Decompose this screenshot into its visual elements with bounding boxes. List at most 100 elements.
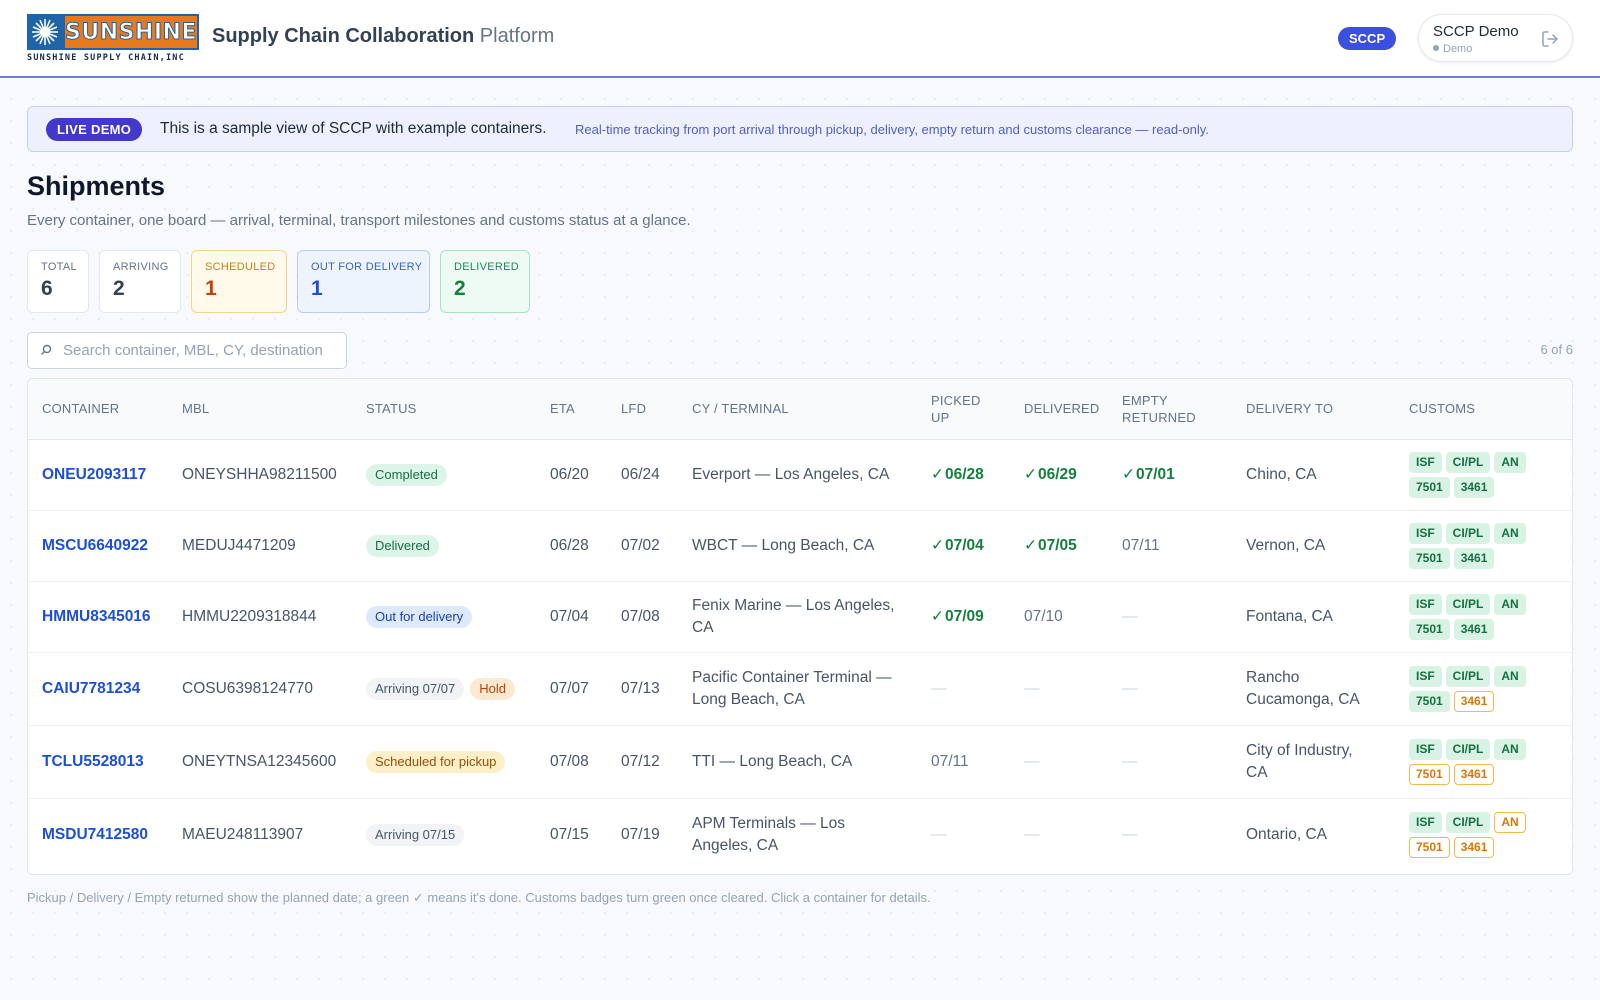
status-cell: Completed (352, 439, 536, 511)
picked-up-date: 07/09 (945, 607, 984, 625)
logout-icon[interactable] (1540, 29, 1560, 49)
picked-up-cell: — (931, 825, 947, 843)
live-demo-badge: LIVE DEMO (46, 118, 143, 141)
col-header-terminal[interactable]: CY / TERMINAL (678, 379, 917, 440)
customs-badge-isf: ISF (1409, 593, 1442, 615)
table-footnote: Pickup / Delivery / Empty returned show … (27, 890, 931, 905)
status-badge: Out for delivery (366, 605, 473, 628)
col-header-picked-up[interactable]: PICKED UP (917, 379, 1010, 440)
table-row[interactable]: MSDU7412580 MAEU248113907 Arriving 07/15… (28, 798, 1572, 871)
logo-text: SUNSHINE (64, 19, 197, 45)
customs-badge-3461: 3461 (1453, 836, 1495, 858)
customs-badge-7501: 7501 (1409, 618, 1450, 640)
mbl-cell: MEDUJ4471209 (168, 510, 352, 582)
customs-badge-7501: 7501 (1409, 836, 1450, 858)
user-menu[interactable]: SCCP Demo Demo (1418, 14, 1573, 62)
customs-badge-cipl: CI/PL (1445, 451, 1491, 473)
empty-returned-date: 07/01 (1136, 465, 1175, 483)
search-icon (39, 343, 53, 357)
stat-arriving[interactable]: ARRIVING 2 (99, 250, 181, 313)
search-box (27, 332, 347, 369)
lfd-cell: 06/24 (607, 439, 678, 511)
table-row[interactable]: MSCU6640922 MEDUJ4471209 Delivered 06/28… (28, 510, 1572, 582)
check-icon: ✓ (1024, 465, 1037, 483)
stat-scheduled[interactable]: SCHEDULED 1 (191, 250, 287, 313)
col-header-lfd[interactable]: LFD (607, 379, 678, 440)
status-cell: Delivered (352, 510, 536, 582)
customs-badge-an: AN (1494, 665, 1526, 687)
stat-delivered[interactable]: DELIVERED 2 (440, 250, 530, 313)
delivered-cell: ✓07/05 (1010, 510, 1108, 582)
picked-up-cell: 07/11 (917, 725, 1010, 799)
stat-total[interactable]: TOTAL 6 (27, 250, 89, 313)
customs-badges: ISF CI/PL AN 7501 3461 (1409, 522, 1539, 569)
customs-badge-3461: 3461 (1453, 547, 1495, 569)
table-row[interactable]: HMMU8345016 HMMU2209318844 Out for deliv… (28, 581, 1572, 653)
stat-out-for-delivery[interactable]: OUT FOR DELIVERY 1 (297, 250, 430, 313)
terminal-cell: TTI — Long Beach, CA (678, 725, 917, 799)
col-header-customs[interactable]: CUSTOMS (1395, 379, 1572, 440)
terminal-cell: Fenix Marine — Los Angeles, CA (678, 581, 917, 653)
picked-up-cell: ✓07/04 (917, 510, 1010, 582)
container-link[interactable]: ONEU2093117 (28, 439, 168, 511)
customs-badges: ISF CI/PL AN 7501 3461 (1409, 811, 1539, 858)
empty-returned-cell: — (1108, 725, 1232, 799)
customs-cell: ISF CI/PL AN 7501 3461 (1395, 581, 1572, 653)
delivered-cell: — (1010, 725, 1108, 799)
stat-label: ARRIVING (113, 261, 169, 273)
col-header-delivered[interactable]: DELIVERED (1010, 379, 1108, 440)
customs-badge-an: AN (1494, 811, 1526, 833)
delivery-to-cell: Chino, CA (1232, 439, 1395, 511)
stat-label: TOTAL (41, 261, 77, 273)
customs-cell: ISF CI/PL AN 7501 3461 (1395, 798, 1572, 871)
table-row[interactable]: ONEU2093117 ONEYSHHA98211500 Completed 0… (28, 439, 1572, 511)
col-header-mbl[interactable]: MBL (168, 379, 352, 440)
status-cell: Scheduled for pickup (352, 725, 536, 799)
empty-returned-cell: — (1122, 825, 1138, 843)
customs-badges: ISF CI/PL AN 7501 3461 (1409, 451, 1539, 498)
lfd-cell: 07/13 (607, 652, 678, 726)
status-badge: Scheduled for pickup (366, 750, 506, 773)
stat-label: OUT FOR DELIVERY (311, 261, 423, 273)
terminal-cell: Everport — Los Angeles, CA (678, 439, 917, 511)
delivery-to-cell: City of Industry, CA (1232, 725, 1395, 799)
delivery-to-cell: Ontario, CA (1246, 825, 1327, 843)
stat-cards: TOTAL 6 ARRIVING 2 SCHEDULED 1 OUT FOR D… (27, 250, 530, 313)
table-row[interactable]: TCLU5528013 ONEYTNSA12345600 Scheduled f… (28, 725, 1572, 799)
company-logo[interactable]: SUNSHINE SUNSHINE SUPPLY CHAIN,INC (27, 14, 199, 64)
col-header-container[interactable]: CONTAINER (28, 379, 168, 440)
container-link[interactable]: CAIU7781234 (28, 652, 168, 726)
container-link[interactable]: MSCU6640922 (28, 510, 168, 582)
col-header-eta[interactable]: ETA (536, 379, 607, 440)
status-dot (1433, 45, 1439, 51)
container-link[interactable]: TCLU5528013 (28, 725, 168, 799)
terminal-cell: APM Terminals — Los Angeles, CA (692, 814, 846, 854)
page-title: Shipments (27, 171, 166, 201)
customs-badge-7501: 7501 (1409, 690, 1450, 712)
search-input[interactable] (63, 333, 341, 368)
app-title-strong: Supply Chain Collaboration (212, 25, 475, 47)
col-header-empty-returned[interactable]: EMPTY RETURNED (1108, 379, 1232, 440)
container-link[interactable]: HMMU8345016 (28, 581, 168, 653)
delivered-date: 06/29 (1038, 465, 1077, 483)
status-badge: Arriving 07/07 (366, 677, 465, 700)
app-title-muted: Platform (479, 25, 555, 47)
user-name: SCCP Demo (1433, 23, 1519, 40)
app-title: Supply Chain Collaboration Platform (212, 25, 554, 48)
delivery-to-cell: Rancho Cucamonga, CA (1232, 652, 1395, 726)
delivered-cell: — (1010, 652, 1108, 726)
delivered-cell: ✓06/29 (1010, 439, 1108, 511)
customs-badge-3461: 3461 (1453, 618, 1495, 640)
top-bar: SUNSHINE SUNSHINE SUPPLY CHAIN,INC Suppl… (0, 0, 1600, 78)
col-header-delivery-to[interactable]: DELIVERY TO (1232, 379, 1395, 440)
customs-cell: ISF CI/PL AN 7501 3461 (1395, 725, 1572, 799)
delivery-to-cell: Fontana, CA (1232, 581, 1395, 653)
mbl-cell: ONEYSHHA98211500 (168, 439, 352, 511)
customs-badge-7501: 7501 (1409, 476, 1450, 498)
col-header-status[interactable]: STATUS (352, 379, 536, 440)
container-link[interactable]: MSDU7412580 (28, 798, 168, 871)
picked-up-date: 07/04 (945, 536, 984, 554)
customs-cell: ISF CI/PL AN 7501 3461 (1395, 439, 1572, 511)
table-row[interactable]: CAIU7781234 COSU6398124770 Arriving 07/0… (28, 652, 1572, 726)
mbl-cell: MAEU248113907 (182, 825, 304, 843)
